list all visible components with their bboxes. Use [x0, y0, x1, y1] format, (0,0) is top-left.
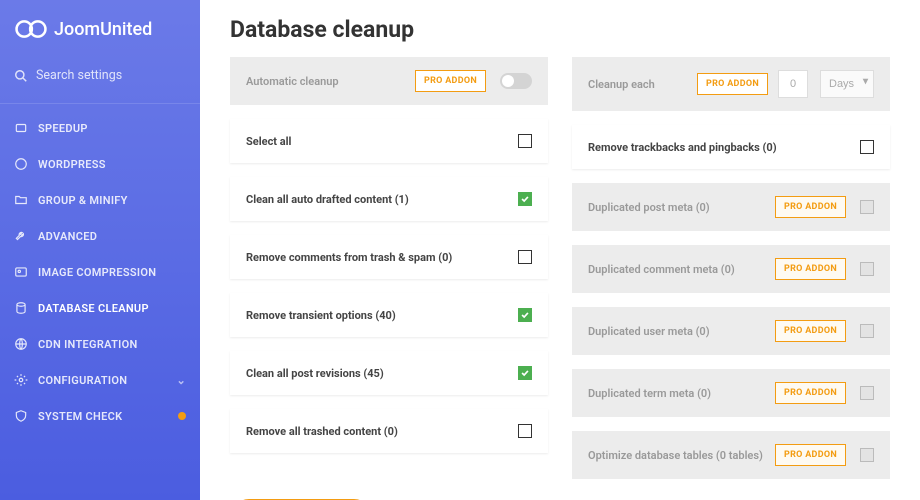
- nav-label: SPEEDUP: [38, 122, 88, 135]
- cleanup-row: Duplicated comment meta (0)PRO ADDON: [572, 245, 890, 293]
- alert-badge: [178, 412, 186, 420]
- logo-icon: [14, 18, 48, 40]
- nav-label: GROUP & MINIFY: [38, 194, 128, 207]
- wrench-icon: [14, 229, 28, 243]
- pro-addon-badge[interactable]: PRO ADDON: [775, 444, 846, 466]
- gauge-icon: [14, 121, 28, 135]
- left-column: Automatic cleanup PRO ADDON Select all Cl…: [230, 57, 548, 479]
- cleanup-row: Clean all post revisions (45): [230, 351, 548, 395]
- cleanup-row: Remove all trashed content (0): [230, 409, 548, 453]
- sidebar-search[interactable]: Search settings: [0, 58, 200, 97]
- nav-label: CONFIGURATION: [38, 374, 127, 387]
- sidebar: JoomUnited Search settings SPEEDUP WORDPR…: [0, 0, 200, 500]
- chevron-down-icon: ⌄: [176, 374, 186, 387]
- main-panel: Database cleanup Automatic cleanup PRO A…: [200, 0, 920, 500]
- cleanup-row: Select all: [230, 119, 548, 163]
- row-checkbox[interactable]: [860, 140, 874, 154]
- sidebar-item-group-minify[interactable]: GROUP & MINIFY: [0, 182, 200, 218]
- sidebar-item-advanced[interactable]: ADVANCED: [0, 218, 200, 254]
- cleanup-each-label: Cleanup each: [588, 78, 697, 91]
- page-title: Database cleanup: [230, 16, 890, 43]
- pro-addon-badge[interactable]: PRO ADDON: [775, 320, 846, 342]
- sidebar-item-wordpress[interactable]: WORDPRESS: [0, 146, 200, 182]
- wordpress-icon: [14, 157, 28, 171]
- row-checkbox[interactable]: [518, 308, 532, 322]
- row-checkbox[interactable]: [518, 424, 532, 438]
- row-label: Optimize database tables (0 tables): [588, 449, 775, 462]
- row-label: Select all: [246, 135, 518, 148]
- nav-label: ADVANCED: [38, 230, 97, 243]
- cleanup-row: Remove trackbacks and pingbacks (0): [572, 125, 890, 169]
- cleanup-row: Duplicated post meta (0)PRO ADDON: [572, 183, 890, 231]
- nav-label: CDN INTEGRATION: [38, 338, 138, 351]
- database-icon: [14, 301, 28, 315]
- row-checkbox: [860, 324, 874, 338]
- shield-icon: [14, 409, 28, 423]
- nav-list: SPEEDUP WORDPRESS GROUP & MINIFY ADVANCED IM…: [0, 110, 200, 434]
- row-checkbox[interactable]: [518, 250, 532, 264]
- row-checkbox[interactable]: [518, 366, 532, 380]
- sidebar-item-system-check[interactable]: SYSTEM CHECK: [0, 398, 200, 434]
- columns: Automatic cleanup PRO ADDON Select all Cl…: [230, 57, 890, 479]
- sidebar-item-database-cleanup[interactable]: DATABASE CLEANUP: [0, 290, 200, 326]
- row-checkbox[interactable]: [518, 134, 532, 148]
- row-label: Remove all trashed content (0): [246, 425, 518, 438]
- nav-divider: [0, 103, 200, 104]
- folder-icon: [14, 193, 28, 207]
- pro-addon-badge[interactable]: PRO ADDON: [697, 73, 768, 95]
- cleanup-row: Remove transient options (40): [230, 293, 548, 337]
- row-label: Clean all post revisions (45): [246, 367, 518, 380]
- cleanup-row: Duplicated term meta (0)PRO ADDON: [572, 369, 890, 417]
- cleanup-row: Remove comments from trash & spam (0): [230, 235, 548, 279]
- row-label: Remove trackbacks and pingbacks (0): [588, 141, 860, 154]
- sidebar-item-cdn-integration[interactable]: CDN INTEGRATION: [0, 326, 200, 362]
- pro-addon-badge[interactable]: PRO ADDON: [775, 382, 846, 404]
- auto-cleanup-label: Automatic cleanup: [246, 75, 415, 88]
- right-column: Cleanup each PRO ADDON Days Remove track…: [572, 57, 890, 479]
- nav-label: SYSTEM CHECK: [38, 410, 122, 423]
- row-checkbox: [860, 448, 874, 462]
- app-name: JoomUnited: [54, 19, 152, 40]
- row-label: Duplicated comment meta (0): [588, 263, 775, 276]
- auto-cleanup-toggle[interactable]: [500, 73, 532, 89]
- nav-label: IMAGE COMPRESSION: [38, 266, 156, 279]
- cleanup-row: Clean all auto drafted content (1): [230, 177, 548, 221]
- row-label: Duplicated user meta (0): [588, 325, 775, 338]
- pro-addon-badge[interactable]: PRO ADDON: [775, 258, 846, 280]
- search-icon: [14, 69, 28, 83]
- row-label: Remove transient options (40): [246, 309, 518, 322]
- sidebar-item-image-compression[interactable]: IMAGE COMPRESSION: [0, 254, 200, 290]
- gear-icon: [14, 373, 28, 387]
- search-placeholder: Search settings: [36, 68, 122, 83]
- row-checkbox: [860, 200, 874, 214]
- image-icon: [14, 265, 28, 279]
- globe-icon: [14, 337, 28, 351]
- cleanup-row: Duplicated user meta (0)PRO ADDON: [572, 307, 890, 355]
- row-checkbox[interactable]: [518, 192, 532, 206]
- sidebar-item-speedup[interactable]: SPEEDUP: [0, 110, 200, 146]
- nav-label: WORDPRESS: [38, 158, 106, 171]
- cleanup-row: Optimize database tables (0 tables)PRO A…: [572, 431, 890, 479]
- row-checkbox: [860, 386, 874, 400]
- auto-cleanup-header: Automatic cleanup PRO ADDON: [230, 57, 548, 105]
- pro-addon-badge[interactable]: PRO ADDON: [775, 196, 846, 218]
- cleanup-unit-select[interactable]: Days: [820, 70, 874, 98]
- row-label: Remove comments from trash & spam (0): [246, 251, 518, 264]
- cleanup-each-header: Cleanup each PRO ADDON Days: [572, 57, 890, 111]
- app-logo: JoomUnited: [0, 14, 200, 58]
- row-label: Duplicated post meta (0): [588, 201, 775, 214]
- row-label: Duplicated term meta (0): [588, 387, 775, 400]
- sidebar-item-configuration[interactable]: CONFIGURATION ⌄: [0, 362, 200, 398]
- cleanup-interval-input[interactable]: [778, 70, 808, 98]
- nav-label: DATABASE CLEANUP: [38, 302, 149, 315]
- row-checkbox: [860, 262, 874, 276]
- row-label: Clean all auto drafted content (1): [246, 193, 518, 206]
- pro-addon-badge[interactable]: PRO ADDON: [415, 70, 486, 92]
